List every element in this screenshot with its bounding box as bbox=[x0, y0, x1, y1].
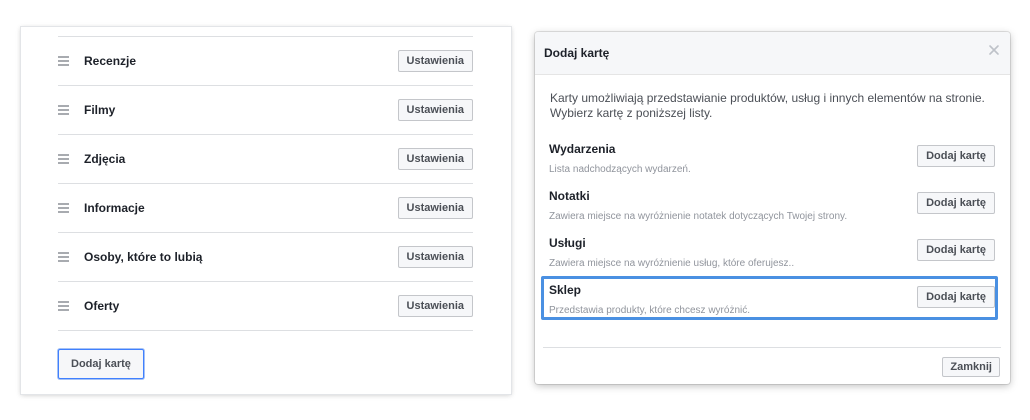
dialog-header: Dodaj kartę bbox=[535, 32, 1010, 75]
page-tabs-panel: Recenzje Ustawienia Filmy Ustawienia Zdj… bbox=[21, 27, 511, 394]
settings-button[interactable]: Ustawienia bbox=[397, 197, 473, 219]
footer-divider bbox=[543, 347, 1001, 348]
option-shop: Sklep Przedstawia produkty, które chcesz… bbox=[549, 283, 995, 323]
settings-button[interactable]: Ustawienia bbox=[397, 246, 473, 268]
drag-handle-icon[interactable] bbox=[58, 105, 69, 115]
option-title: Wydarzenia bbox=[549, 142, 616, 156]
settings-button[interactable]: Ustawienia bbox=[397, 148, 473, 170]
tab-row-likes[interactable]: Osoby, które to lubią Ustawienia bbox=[58, 232, 473, 281]
tab-label: Recenzje bbox=[84, 54, 137, 68]
close-icon[interactable] bbox=[988, 44, 1000, 56]
add-tab-button[interactable]: Dodaj kartę bbox=[917, 239, 995, 261]
option-events: Wydarzenia Lista nadchodzących wydarzeń.… bbox=[549, 142, 995, 182]
dialog-title: Dodaj kartę bbox=[544, 46, 610, 60]
tab-list: Recenzje Ustawienia Filmy Ustawienia Zdj… bbox=[58, 36, 473, 331]
add-tab-dialog: Dodaj kartę Karty umożliwiają przedstawi… bbox=[535, 32, 1010, 384]
drag-handle-icon[interactable] bbox=[58, 252, 69, 262]
option-title: Notatki bbox=[549, 189, 590, 203]
tab-label: Filmy bbox=[84, 103, 116, 117]
settings-button[interactable]: Ustawienia bbox=[397, 99, 473, 121]
dialog-intro: Karty umożliwiają przedstawianie produkt… bbox=[550, 91, 985, 120]
option-notes: Notatki Zawiera miejsce na wyróżnienie n… bbox=[549, 189, 995, 229]
add-tab-button[interactable]: Dodaj kartę bbox=[917, 286, 995, 308]
tab-row-videos[interactable]: Filmy Ustawienia bbox=[58, 85, 473, 134]
drag-handle-icon[interactable] bbox=[58, 56, 69, 66]
option-description: Przedstawia produkty, które chcesz wyróż… bbox=[549, 305, 751, 316]
add-tab-button[interactable]: Dodaj kartę bbox=[58, 349, 144, 379]
tab-label: Informacje bbox=[84, 201, 145, 215]
tab-row-offers[interactable]: Oferty Ustawienia bbox=[58, 281, 473, 331]
drag-handle-icon[interactable] bbox=[58, 301, 69, 311]
settings-button[interactable]: Ustawienia bbox=[397, 50, 473, 72]
tab-row-about[interactable]: Informacje Ustawienia bbox=[58, 183, 473, 232]
settings-button[interactable]: Ustawienia bbox=[397, 295, 473, 317]
option-description: Zawiera miejsce na wyróżnienie usług, kt… bbox=[549, 258, 795, 269]
tab-label: Osoby, które to lubią bbox=[84, 250, 203, 264]
option-description: Lista nadchodzących wydarzeń. bbox=[549, 164, 691, 175]
add-tab-button[interactable]: Dodaj kartę bbox=[917, 145, 995, 167]
option-description: Zawiera miejsce na wyróżnienie notatek d… bbox=[549, 211, 848, 222]
tab-row-reviews[interactable]: Recenzje Ustawienia bbox=[58, 36, 473, 85]
option-title: Sklep bbox=[549, 283, 582, 297]
tab-label: Zdjęcia bbox=[84, 152, 126, 166]
option-services: Usługi Zawiera miejsce na wyróżnienie us… bbox=[549, 236, 995, 276]
add-tab-button[interactable]: Dodaj kartę bbox=[917, 192, 995, 214]
drag-handle-icon[interactable] bbox=[58, 203, 69, 213]
close-button[interactable]: Zamknij bbox=[942, 357, 1000, 377]
tab-label: Oferty bbox=[84, 299, 120, 313]
option-title: Usługi bbox=[549, 236, 586, 250]
tab-row-photos[interactable]: Zdjęcia Ustawienia bbox=[58, 134, 473, 183]
drag-handle-icon[interactable] bbox=[58, 154, 69, 164]
